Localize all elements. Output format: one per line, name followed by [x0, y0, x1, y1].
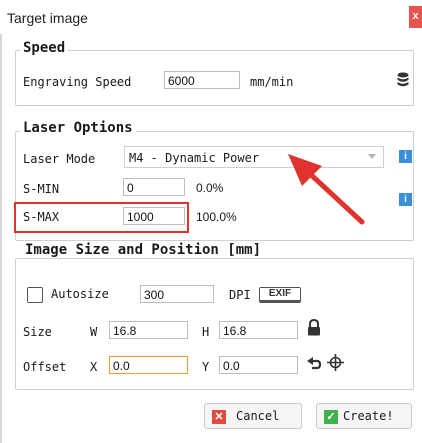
smin-label: S-MIN — [23, 182, 60, 196]
smax-percent: 100.0% — [196, 210, 237, 224]
lock-icon[interactable] — [307, 318, 321, 336]
smax-label: S-MAX — [23, 210, 60, 224]
height-input[interactable]: 16.8 — [219, 321, 298, 339]
size-label: Size — [23, 325, 52, 339]
dpi-input[interactable]: 300 — [140, 285, 214, 303]
smin-input[interactable]: 0 — [123, 178, 185, 196]
offset-x-input[interactable]: 0.0 — [109, 356, 188, 374]
offset-label: Offset — [23, 360, 67, 374]
exif-label: EXIF — [260, 288, 300, 300]
cancel-x-icon: ✕ — [212, 410, 226, 424]
image-size-group — [15, 258, 414, 390]
exif-button[interactable]: EXIF — [259, 287, 301, 303]
engraving-speed-input[interactable]: 6000 — [164, 71, 240, 89]
window-edge — [0, 0, 2, 443]
h-label: H — [202, 325, 210, 339]
create-check-icon: ✓ — [324, 410, 338, 424]
create-button[interactable]: ✓ Create! — [316, 403, 412, 429]
smin-percent: 0.0% — [196, 181, 224, 195]
x-label: X — [90, 360, 98, 374]
autosize-checkbox[interactable] — [27, 287, 43, 303]
laser-mode-info-icon[interactable]: i — [399, 150, 412, 163]
center-target-icon[interactable] — [327, 354, 344, 371]
y-label: Y — [202, 360, 210, 374]
speed-unit-label: mm/min — [250, 75, 294, 89]
laser-options-title: Laser Options — [20, 120, 136, 136]
engraving-speed-label: Engraving Speed — [23, 75, 132, 89]
offset-y-input[interactable]: 0.0 — [219, 356, 298, 374]
w-label: W — [90, 325, 98, 339]
create-label: Create! — [343, 409, 394, 423]
smin-smax-info-icon[interactable]: i — [399, 193, 412, 206]
width-input[interactable]: 16.8 — [109, 321, 188, 339]
speed-group-title: Speed — [20, 40, 69, 56]
cancel-button[interactable]: ✕ Cancel — [204, 403, 302, 429]
image-size-title: Image Size and Position [mm] — [22, 242, 265, 258]
autosize-label: Autosize — [51, 287, 109, 301]
dpi-label: DPI — [229, 288, 251, 302]
title-bar: Target image x — [0, 0, 422, 34]
laser-mode-label: Laser Mode — [23, 152, 96, 166]
window-title: Target image — [7, 10, 88, 26]
smax-input[interactable]: 1000 — [123, 207, 185, 225]
laser-mode-value: M4 - Dynamic Power — [129, 151, 260, 165]
annotation-arrow — [288, 154, 365, 225]
database-icon[interactable] — [397, 72, 409, 88]
cancel-label: Cancel — [236, 409, 280, 423]
close-button[interactable]: x — [409, 6, 422, 28]
reset-offset-icon[interactable] — [307, 356, 322, 371]
